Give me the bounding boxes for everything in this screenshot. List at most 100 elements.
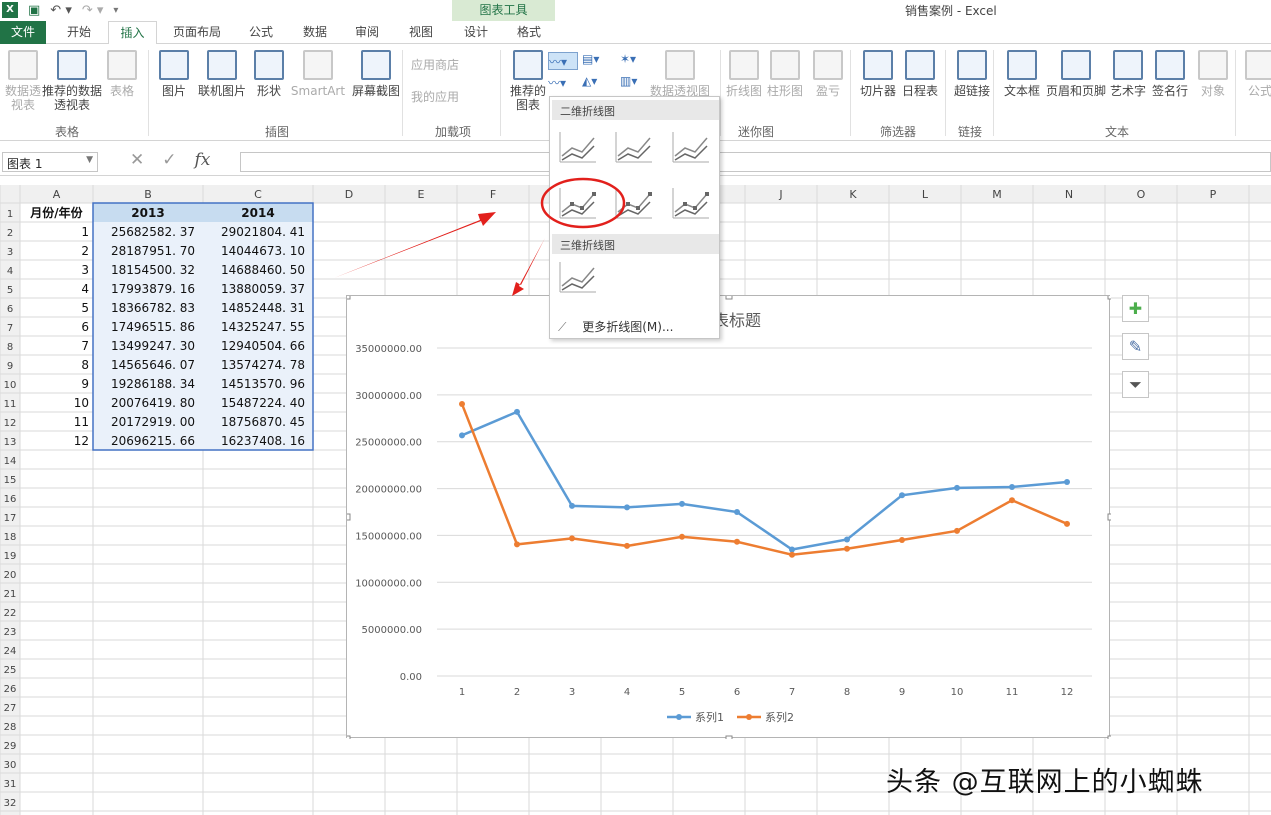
row-header[interactable]: 18 (4, 532, 17, 543)
table-cell[interactable]: 18154500. 32 (111, 263, 195, 277)
tab-5[interactable]: 数据 (292, 21, 338, 44)
data-point[interactable] (734, 538, 740, 545)
table-cell[interactable]: 18756870. 45 (221, 415, 305, 429)
ribbon-button-18[interactable]: 文本框 (1000, 50, 1044, 98)
row-header[interactable]: 21 (4, 589, 17, 600)
table-header-cell[interactable]: 月份/年份 (29, 205, 83, 220)
row-header[interactable]: 2 (7, 228, 13, 239)
column-header[interactable]: C (254, 188, 262, 201)
table-cell[interactable]: 29021804. 41 (221, 225, 305, 239)
row-header[interactable]: 3 (7, 247, 13, 258)
chart-type-button-2[interactable]: ✶▾ (620, 52, 650, 70)
table-cell[interactable]: 8 (81, 358, 89, 372)
table-header-cell[interactable]: 2013 (131, 206, 164, 220)
chart-elements-icon[interactable]: ✚ (1122, 295, 1149, 322)
ribbon-button-2[interactable]: 表格 (103, 50, 141, 98)
row-header[interactable]: 6 (7, 304, 13, 315)
data-point[interactable] (1009, 483, 1015, 490)
undo-icon[interactable]: ↶ ▾ (50, 3, 72, 18)
series-line-1[interactable] (461, 410, 1068, 551)
column-header[interactable]: N (1065, 188, 1073, 201)
row-header[interactable]: 31 (4, 779, 17, 790)
data-point[interactable] (844, 536, 850, 543)
ribbon-button-7[interactable]: 屏幕截图 (345, 50, 407, 98)
row-header[interactable]: 12 (4, 418, 17, 429)
table-cell[interactable]: 5 (81, 301, 89, 315)
ribbon-button-1[interactable]: 推荐的数据透视表 (40, 50, 104, 112)
tab-8[interactable]: 设计 (452, 21, 500, 44)
table-cell[interactable]: 9 (81, 377, 89, 391)
customize-icon[interactable]: ▾ (113, 5, 118, 16)
column-header[interactable]: D (345, 188, 353, 201)
data-point[interactable] (844, 545, 850, 552)
formula-input[interactable] (240, 152, 1271, 172)
row-header[interactable]: 20 (4, 570, 17, 581)
data-point[interactable] (1064, 479, 1070, 486)
column-header[interactable]: O (1137, 188, 1146, 201)
more-line-charts-button[interactable]: ⟋ 更多折线图(M)... (558, 318, 673, 335)
row-header[interactable]: 27 (4, 703, 17, 714)
line-chart-subtype-2[interactable] (670, 129, 712, 165)
ribbon-button-13[interactable]: 柱形图 (765, 50, 805, 98)
column-header[interactable]: A (53, 188, 61, 201)
data-point[interactable] (569, 535, 575, 542)
data-point[interactable] (899, 492, 905, 499)
column-header[interactable]: E (418, 188, 425, 201)
data-point[interactable] (789, 551, 795, 558)
table-cell[interactable]: 10 (74, 396, 89, 410)
row-header[interactable]: 7 (7, 323, 13, 334)
data-point[interactable] (624, 542, 630, 549)
table-cell[interactable]: 20076419. 80 (111, 396, 195, 410)
data-point[interactable] (789, 546, 795, 553)
table-cell[interactable]: 13574274. 78 (221, 358, 305, 372)
ribbon-button-6[interactable]: SmartArt (290, 50, 346, 98)
data-point[interactable] (459, 401, 465, 408)
resize-handle[interactable] (343, 735, 351, 743)
line-chart-subtype-0[interactable] (557, 129, 599, 165)
resize-handle[interactable] (343, 292, 351, 300)
row-header[interactable]: 26 (4, 684, 17, 695)
row-header[interactable]: 5 (7, 285, 13, 296)
data-point[interactable] (954, 484, 960, 491)
ribbon-button-16[interactable]: 日程表 (900, 50, 940, 98)
ribbon-button-4[interactable]: 联机图片 (196, 50, 248, 98)
table-cell[interactable]: 18366782. 83 (111, 301, 195, 315)
data-point[interactable] (459, 432, 465, 439)
row-header[interactable]: 17 (4, 513, 17, 524)
data-point[interactable] (514, 408, 520, 415)
row-header[interactable]: 10 (4, 380, 17, 391)
tab-0[interactable]: 文件 (0, 21, 46, 44)
ribbon-button-10[interactable]: 推荐的图表 (508, 50, 548, 112)
column-header[interactable]: K (849, 188, 857, 201)
cancel-icon[interactable]: ✕ (130, 150, 144, 170)
ribbon-button-8[interactable]: 应用商店 (405, 58, 485, 72)
column-header[interactable]: J (778, 188, 782, 201)
data-point[interactable] (624, 504, 630, 511)
chart-type-button-4[interactable]: ◭▾ (582, 74, 612, 92)
table-cell[interactable]: 16237408. 16 (221, 434, 305, 448)
tab-6[interactable]: 审阅 (344, 21, 390, 44)
ribbon-button-12[interactable]: 折线图 (724, 50, 764, 98)
tab-7[interactable]: 视图 (398, 21, 444, 44)
data-point[interactable] (679, 533, 685, 540)
row-header[interactable]: 1 (7, 209, 13, 220)
data-point[interactable] (734, 509, 740, 516)
table-cell[interactable]: 15487224. 40 (221, 396, 305, 410)
column-header[interactable]: F (490, 188, 496, 201)
ribbon-button-17[interactable]: 超链接 (950, 50, 994, 98)
row-header[interactable]: 30 (4, 760, 17, 771)
table-cell[interactable]: 13499247. 30 (111, 339, 195, 353)
row-header[interactable]: 25 (4, 665, 17, 676)
ribbon-button-23[interactable]: 公式 (1240, 50, 1271, 98)
row-header[interactable]: 9 (7, 361, 13, 372)
confirm-icon[interactable]: ✓ (162, 150, 176, 170)
resize-handle[interactable] (1107, 292, 1115, 300)
save-icon[interactable]: ▣ (28, 3, 40, 18)
table-cell[interactable]: 11 (74, 415, 89, 429)
table-cell[interactable]: 17993879. 16 (111, 282, 195, 296)
tab-9[interactable]: 格式 (506, 21, 552, 44)
line-chart-subtype-4[interactable] (613, 185, 655, 221)
name-box[interactable]: 图表 1 ▼ (2, 152, 98, 172)
row-header[interactable]: 14 (4, 456, 17, 467)
data-point[interactable] (679, 500, 685, 507)
